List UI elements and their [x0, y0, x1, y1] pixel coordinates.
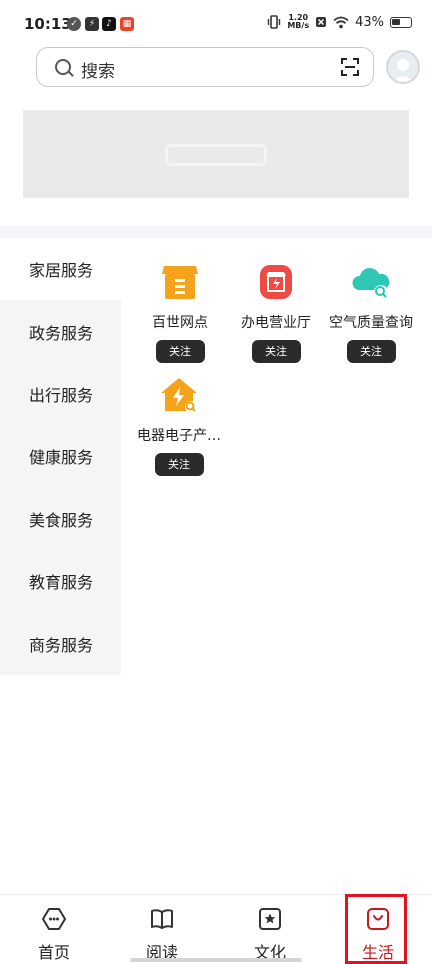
home-hexagon-icon [42, 908, 66, 930]
appliance-house-icon [161, 378, 197, 413]
selection-highlight-box [345, 894, 407, 964]
avatar[interactable] [386, 50, 420, 84]
category-item-education[interactable]: 教育服务 [0, 550, 121, 612]
category-item-health[interactable]: 健康服务 [0, 425, 121, 487]
image-placeholder-icon [165, 144, 267, 166]
search-input[interactable]: 搜索 [36, 47, 374, 87]
scan-icon[interactable] [341, 58, 359, 76]
category-item-business[interactable]: 商务服务 [0, 613, 121, 675]
service-name: 办电营业厅 [241, 315, 311, 331]
nav-tab-reading[interactable]: 阅读 [122, 895, 202, 964]
banner-image[interactable] [23, 110, 409, 198]
category-item-government[interactable]: 政务服务 [0, 301, 121, 363]
status-time: 10:13 [24, 15, 72, 33]
air-cloud-icon [352, 267, 390, 299]
tiktok-icon: ♪ [102, 17, 116, 31]
category-item-home[interactable]: 家居服务 [0, 238, 121, 300]
status-indicators: 1.20 MB/s 43% [267, 14, 412, 30]
battery-icon [390, 16, 412, 28]
category-item-food[interactable]: 美食服务 [0, 488, 121, 550]
search-icon [55, 59, 71, 75]
battery-percent: 43% [355, 14, 384, 30]
home-indicator[interactable] [130, 958, 302, 962]
check-badge-icon: ✓ [67, 17, 81, 31]
nav-label: 首页 [37, 943, 70, 962]
nav-tab-culture[interactable]: 文化 [230, 895, 310, 964]
network-speed: 1.20 MB/s [287, 13, 310, 30]
service-name: 空气质量查询 [329, 315, 413, 331]
follow-button[interactable]: 关注 [154, 453, 204, 476]
no-sim-icon [316, 17, 327, 27]
book-icon [151, 909, 173, 929]
news-app-icon: ▦ [120, 17, 134, 31]
follow-button[interactable]: 关注 [346, 340, 396, 363]
bolt-app-icon: ⚡ [85, 17, 99, 31]
service-item[interactable]: 电器电子产… 关注 [131, 377, 227, 476]
wifi-icon [333, 16, 349, 28]
nav-tab-home[interactable]: 首页 [14, 895, 94, 964]
power-store-icon [260, 265, 292, 299]
user-avatar-icon [393, 59, 413, 82]
service-name: 百世网点 [152, 315, 208, 331]
section-divider [0, 226, 432, 238]
service-item[interactable]: 空气质量查询 关注 [323, 264, 419, 363]
service-name: 电器电子产… [137, 428, 221, 444]
vibrate-icon [268, 15, 281, 29]
service-item[interactable]: 百世网点 关注 [132, 264, 228, 363]
follow-button[interactable]: 关注 [251, 340, 301, 363]
courier-box-icon [162, 266, 198, 299]
search-placeholder: 搜索 [81, 62, 115, 82]
status-bar: 10:13 ✓ ⚡ ♪ ▦ 1.20 MB/s 43% [0, 0, 432, 48]
star-frame-icon [259, 908, 281, 930]
category-item-travel[interactable]: 出行服务 [0, 363, 121, 425]
follow-button[interactable]: 关注 [155, 340, 205, 363]
service-item[interactable]: 办电营业厅 关注 [228, 264, 324, 363]
